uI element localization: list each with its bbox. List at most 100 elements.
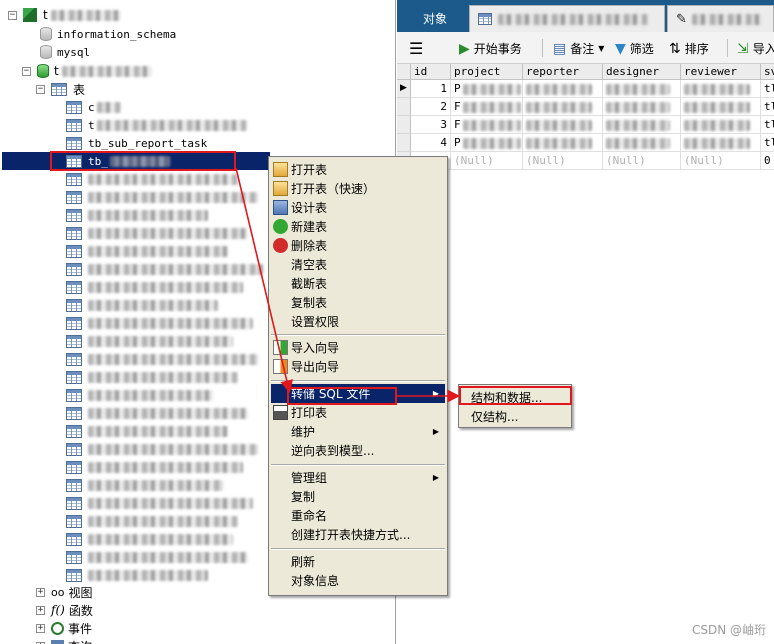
begin-transaction-button[interactable]: ▶ 开始事务 — [459, 40, 522, 57]
tree-table-item[interactable] — [66, 296, 218, 314]
grid-cell[interactable] — [523, 98, 603, 116]
tree-table-item[interactable] — [66, 494, 253, 512]
tab-objects[interactable]: 对象 — [403, 5, 467, 32]
tree-table-item[interactable] — [66, 206, 208, 224]
data-grid[interactable]: idprojectreporterdesignerreviewersv▶1Ptl… — [397, 64, 774, 174]
tree-table-item[interactable] — [66, 530, 233, 548]
menu-icon[interactable]: ☰ — [409, 39, 423, 58]
expand-toggle-icon[interactable]: + — [36, 623, 45, 633]
menu-item-18[interactable]: 重命名 — [271, 506, 445, 525]
row-header[interactable]: ▶ — [397, 80, 411, 98]
tree-folder-events[interactable]: + 事件 — [36, 619, 92, 637]
column-header-sv[interactable]: sv — [761, 64, 774, 80]
tree-table-item[interactable] — [66, 458, 243, 476]
tree-db-mysql[interactable]: mysql — [40, 43, 90, 61]
grid-cell[interactable] — [681, 134, 761, 152]
collapse-toggle-icon[interactable]: − — [36, 84, 45, 94]
tree-table-item[interactable] — [66, 278, 243, 296]
tab-design[interactable]: ✎ — [667, 5, 774, 32]
tree-table-item[interactable] — [66, 512, 238, 530]
row-header[interactable] — [397, 98, 411, 116]
expand-toggle-icon[interactable]: + — [36, 605, 45, 615]
grid-cell[interactable] — [603, 116, 681, 134]
tree-folder-tables[interactable]: − 表 — [36, 80, 85, 98]
grid-cell[interactable]: 3 — [411, 116, 451, 134]
tab-table-data[interactable] — [469, 5, 665, 32]
grid-cell[interactable]: F — [451, 98, 523, 116]
submenu-structure-and-data[interactable]: 结构和数据... — [461, 388, 569, 407]
tree-table-item[interactable]: c — [66, 98, 121, 116]
column-header-project[interactable]: project — [451, 64, 523, 80]
tree-table-item[interactable] — [66, 350, 258, 368]
grid-cell[interactable] — [681, 80, 761, 98]
grid-cell[interactable]: tl — [761, 98, 774, 116]
grid-cell[interactable] — [523, 80, 603, 98]
grid-cell[interactable]: P — [451, 134, 523, 152]
collapse-toggle-icon[interactable]: − — [22, 66, 31, 76]
tree-table-item[interactable] — [66, 476, 223, 494]
menu-item-21[interactable]: 对象信息 — [271, 571, 445, 590]
sort-button[interactable]: ⇅ 排序 — [669, 40, 709, 57]
tree-table-item[interactable] — [66, 548, 248, 566]
tree-table-item[interactable] — [66, 188, 258, 206]
import-button[interactable]: ⇲ 导入 — [737, 40, 774, 57]
grid-cell[interactable]: (Null) — [603, 152, 681, 170]
menu-item-10[interactable]: 导入向导 — [271, 338, 445, 357]
tree-table-item[interactable] — [66, 332, 233, 350]
tree-table-item[interactable] — [66, 386, 213, 404]
grid-cell[interactable] — [523, 116, 603, 134]
column-header-id[interactable]: id — [411, 64, 451, 80]
tree-table-item[interactable] — [66, 404, 248, 422]
row-header[interactable] — [397, 116, 411, 134]
menu-item-11[interactable]: 导出向导 — [271, 357, 445, 376]
menu-item-2[interactable]: 打开表（快速） — [271, 179, 445, 198]
tree-folder-functions[interactable]: + f() 函数 — [36, 601, 93, 619]
submenu-structure-only[interactable]: 仅结构... — [461, 407, 569, 426]
tree-db-information-schema[interactable]: information_schema — [40, 25, 176, 43]
menu-item-12[interactable]: 转储 SQL 文件 ▶ — [271, 384, 445, 403]
menu-item-14[interactable]: 维护 ▶ — [271, 422, 445, 441]
grid-cell[interactable]: tl — [761, 116, 774, 134]
tree-table-item[interactable] — [66, 440, 258, 458]
tree-table-item[interactable]: tb_sub_report_task — [66, 134, 207, 152]
grid-cell[interactable]: tl — [761, 134, 774, 152]
filter-button[interactable]: ▼ 筛选 — [615, 40, 654, 57]
tree-table-item[interactable]: t — [66, 116, 247, 134]
grid-cell[interactable] — [603, 98, 681, 116]
tree-db-current[interactable]: − t — [22, 62, 152, 80]
row-header[interactable] — [397, 134, 411, 152]
menu-item-19[interactable]: 创建打开表快捷方式... — [271, 525, 445, 544]
grid-cell[interactable]: (Null) — [523, 152, 603, 170]
grid-cell[interactable] — [603, 134, 681, 152]
menu-item-6[interactable]: 清空表 — [271, 255, 445, 274]
grid-cell[interactable]: P — [451, 80, 523, 98]
menu-item-1[interactable]: 打开表 — [271, 160, 445, 179]
grid-cell[interactable]: 2 — [411, 98, 451, 116]
tree-folder-views[interactable]: + oo 视图 — [36, 583, 92, 601]
menu-item-20[interactable]: 刷新 — [271, 552, 445, 571]
tree-table-item[interactable] — [66, 368, 238, 386]
menu-item-8[interactable]: 复制表 — [271, 293, 445, 312]
grid-cell[interactable] — [681, 98, 761, 116]
grid-cell[interactable] — [603, 80, 681, 98]
tree-table-item[interactable] — [66, 224, 248, 242]
menu-item-3[interactable]: 设计表 — [271, 198, 445, 217]
grid-cell[interactable]: (Null) — [681, 152, 761, 170]
grid-cell[interactable]: (Null) — [451, 152, 523, 170]
expand-toggle-icon[interactable]: + — [36, 587, 45, 597]
grid-cell[interactable]: 1 — [411, 80, 451, 98]
column-header-reviewer[interactable]: reviewer — [681, 64, 761, 80]
column-header-reporter[interactable]: reporter — [523, 64, 603, 80]
grid-cell[interactable] — [523, 134, 603, 152]
grid-cell[interactable]: F — [451, 116, 523, 134]
note-button[interactable]: ▤ 备注 ▼ — [553, 40, 604, 57]
collapse-toggle-icon[interactable]: − — [8, 10, 17, 20]
menu-item-5[interactable]: 删除表 — [271, 236, 445, 255]
tree-table-item[interactable] — [66, 314, 253, 332]
menu-item-4[interactable]: 新建表 — [271, 217, 445, 236]
tree-connection-1[interactable]: − t — [8, 6, 121, 24]
menu-item-13[interactable]: 打印表 — [271, 403, 445, 422]
grid-cell[interactable]: 0 — [761, 152, 774, 170]
column-header-designer[interactable]: designer — [603, 64, 681, 80]
menu-item-9[interactable]: 设置权限 — [271, 312, 445, 331]
